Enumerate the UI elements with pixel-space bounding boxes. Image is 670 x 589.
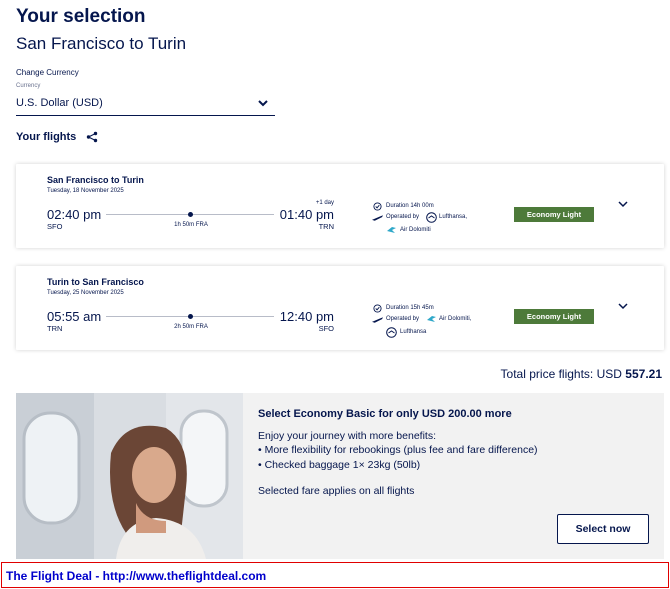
plus-day-badge: +1 day bbox=[315, 200, 334, 206]
departure-time: 05:55 am bbox=[47, 309, 102, 324]
promo-benefit: • More flexibility for rebookings (plus … bbox=[258, 444, 538, 456]
page-subtitle: San Francisco to Turin bbox=[16, 34, 187, 53]
stopover-dot bbox=[188, 211, 193, 217]
upsell-banner: Select Economy Basic for only USD 200.00… bbox=[16, 393, 664, 559]
stopover-info: 2h 50m FRA bbox=[174, 324, 208, 330]
flight-duration: Duration 15h 45m bbox=[386, 305, 434, 311]
airline-name: Lufthansa bbox=[400, 329, 427, 335]
departure-airport: SFO bbox=[47, 222, 63, 231]
air-dolomiti-logo-icon bbox=[427, 316, 436, 322]
currency-select[interactable]: U.S. Dollar (USD) bbox=[16, 94, 275, 116]
chevron-down-icon[interactable] bbox=[616, 197, 630, 211]
lufthansa-logo-icon bbox=[426, 212, 437, 223]
flight-duration: Duration 14h 00m bbox=[386, 203, 434, 209]
departure-airport: TRN bbox=[47, 324, 63, 333]
share-icon[interactable] bbox=[86, 131, 98, 143]
operated-by-label: Operated by bbox=[386, 316, 420, 322]
air-dolomiti-logo-icon bbox=[387, 227, 396, 233]
operated-by-label: Operated by bbox=[386, 214, 420, 220]
arrival-airport: SFO bbox=[318, 324, 334, 333]
arrival-time: 12:40 pm bbox=[279, 309, 334, 324]
promo-note: Selected fare applies on all flights bbox=[258, 485, 415, 497]
airline-name: Air Dolomiti bbox=[400, 227, 431, 233]
flight-card-return[interactable]: Turin to San Francisco Tuesday, 25 Novem… bbox=[16, 266, 664, 350]
chevron-down-icon bbox=[258, 100, 268, 107]
departure-time: 02:40 pm bbox=[47, 207, 102, 222]
airline-name: Air Dolomiti, bbox=[439, 316, 472, 322]
flight-route: San Francisco to Turin bbox=[47, 175, 144, 185]
stopover-info: 1h 50m FRA bbox=[174, 222, 208, 228]
stopover-dot bbox=[188, 313, 193, 319]
currency-selected-value: U.S. Dollar (USD) bbox=[16, 97, 103, 109]
promo-title: Select Economy Basic for only USD 200.00… bbox=[258, 408, 512, 420]
arrival-time: 01:40 pm bbox=[279, 207, 334, 222]
promo-benefit: • Checked baggage 1× 23kg (50lb) bbox=[258, 459, 421, 471]
total-price-currency: USD bbox=[596, 367, 622, 381]
currency-field-label: Currency bbox=[16, 83, 41, 89]
footer-banner: The Flight Deal - http://www.theflightde… bbox=[1, 562, 669, 588]
flight-date: Tuesday, 25 November 2025 bbox=[47, 290, 124, 296]
airplane-icon bbox=[372, 317, 383, 323]
promo-text: Enjoy your journey with more benefits: bbox=[258, 430, 437, 442]
total-price-amount: 557.21 bbox=[625, 367, 662, 381]
page-title: Your selection bbox=[16, 6, 146, 27]
lufthansa-logo-icon bbox=[386, 327, 397, 338]
fare-badge[interactable]: Economy Light bbox=[514, 207, 594, 222]
chevron-down-icon[interactable] bbox=[616, 299, 630, 313]
clock-icon bbox=[373, 304, 382, 313]
flight-route: Turin to San Francisco bbox=[47, 277, 144, 287]
flight-card-outbound[interactable]: San Francisco to Turin Tuesday, 18 Novem… bbox=[16, 164, 664, 248]
change-currency-label: Change Currency bbox=[16, 68, 79, 77]
total-price-label: Total price flights: bbox=[500, 367, 594, 381]
fare-badge[interactable]: Economy Light bbox=[514, 309, 594, 324]
clock-icon bbox=[373, 202, 382, 211]
total-price: Total price flights: USD 557.21 bbox=[501, 367, 662, 381]
select-now-button[interactable]: Select now bbox=[557, 514, 649, 544]
your-flights-heading: Your flights bbox=[16, 131, 77, 143]
airplane-icon bbox=[372, 215, 383, 221]
promo-image bbox=[16, 393, 243, 559]
footer-link[interactable]: The Flight Deal - http://www.theflightde… bbox=[6, 569, 266, 583]
flight-date: Tuesday, 18 November 2025 bbox=[47, 188, 124, 194]
arrival-airport: TRN bbox=[318, 222, 334, 231]
airline-name: Lufthansa, bbox=[439, 214, 468, 220]
